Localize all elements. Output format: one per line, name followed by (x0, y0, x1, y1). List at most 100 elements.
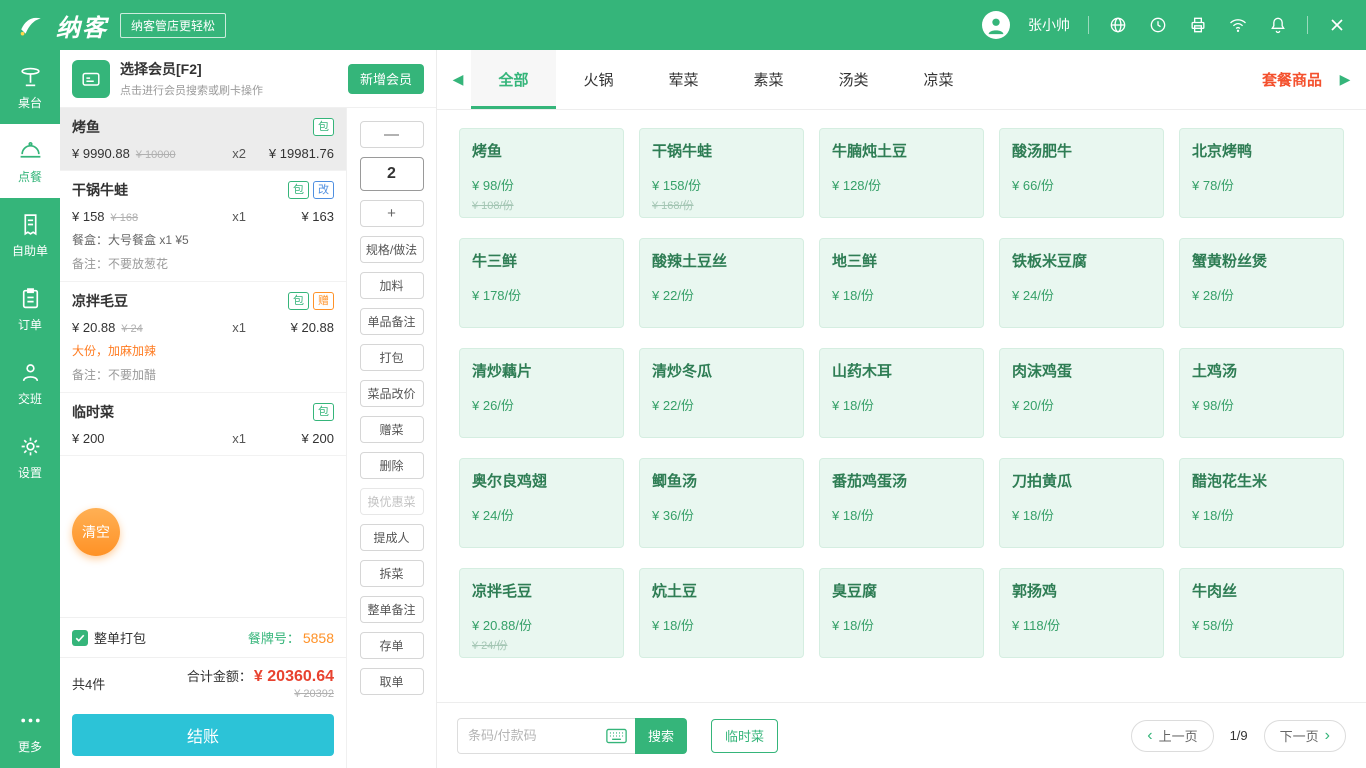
order-item[interactable]: 临时菜 包 ¥ 200 x1 ¥ 200 (60, 393, 346, 456)
action-button[interactable]: 加料 (360, 272, 424, 299)
sidebar-item-more[interactable]: 更多 (0, 694, 60, 768)
sidebar: 桌台 点餐 自助单 订单 交班 设置 更多 (0, 50, 60, 768)
menu-item-card[interactable]: 炕土豆 ¥ 18/份 (639, 568, 804, 658)
sync-icon[interactable] (1107, 14, 1129, 36)
menu-item-card[interactable]: 地三鲜 ¥ 18/份 (819, 238, 984, 328)
menu-item-card[interactable]: 铁板米豆腐 ¥ 24/份 (999, 238, 1164, 328)
gear-icon (18, 434, 43, 459)
printer-icon[interactable] (1187, 14, 1209, 36)
sidebar-item-tables[interactable]: 桌台 (0, 50, 60, 124)
search-button[interactable]: 搜索 (635, 718, 687, 754)
bell-icon[interactable] (1267, 14, 1289, 36)
action-button[interactable]: 取单 (360, 668, 424, 695)
clear-order-button[interactable]: 清空 (72, 508, 120, 556)
action-button[interactable]: 整单备注 (360, 596, 424, 623)
action-button[interactable]: 赠菜 (360, 416, 424, 443)
checkout-button[interactable]: 结账 (72, 714, 334, 756)
pack-badge: 包 (288, 181, 309, 199)
qty-minus-button[interactable]: — (360, 121, 424, 148)
person-icon (18, 360, 43, 385)
qty-value[interactable]: 2 (360, 157, 424, 191)
avatar[interactable] (982, 11, 1010, 39)
order-item-qty: x1 (232, 320, 246, 335)
menu-item-price: ¥ 78/份 (1192, 175, 1331, 194)
action-button[interactable]: 提成人 (360, 524, 424, 551)
order-item[interactable]: 干锅牛蛙 包 改 ¥ 158 ¥ 168 x1 ¥ 163 餐 (60, 171, 346, 282)
menu-item-card[interactable]: 牛腩炖土豆 ¥ 128/份 (819, 128, 984, 218)
order-item[interactable]: 烤鱼 包 ¥ 9990.88 ¥ 10000 x2 ¥ 19981.76 (60, 108, 346, 171)
divider (1088, 16, 1089, 34)
category-tab[interactable]: 汤类 (811, 50, 896, 109)
menu-item-card[interactable]: 蟹黄粉丝煲 ¥ 28/份 (1179, 238, 1344, 328)
menu-item-card[interactable]: 烤鱼 ¥ 98/份 ¥ 108/份 (459, 128, 624, 218)
page-indicator: 1/9 (1230, 728, 1248, 743)
menu-item-card[interactable]: 鲫鱼汤 ¥ 36/份 (639, 458, 804, 548)
category-tab[interactable]: 荤菜 (641, 50, 726, 109)
action-button[interactable]: 打包 (360, 344, 424, 371)
action-button[interactable]: 拆菜 (360, 560, 424, 587)
menu-item-price: ¥ 22/份 (652, 285, 791, 304)
category-tab[interactable]: 火锅 (556, 50, 641, 109)
action-button[interactable]: 换优惠菜 (360, 488, 424, 515)
menu-item-card[interactable]: 土鸡汤 ¥ 98/份 (1179, 348, 1344, 438)
menu-item-card[interactable]: 刀拍黄瓜 ¥ 18/份 (999, 458, 1164, 548)
menu-item-card[interactable]: 醋泡花生米 ¥ 18/份 (1179, 458, 1344, 548)
prev-page-button[interactable]: ‹ 上一页 (1131, 720, 1213, 752)
menu-item-card[interactable]: 北京烤鸭 ¥ 78/份 (1179, 128, 1344, 218)
add-member-button[interactable]: 新增会员 (348, 64, 424, 94)
sidebar-item-settings[interactable]: 设置 (0, 420, 60, 494)
sidebar-item-self-order[interactable]: 自助单 (0, 198, 60, 272)
refresh-icon[interactable] (1147, 14, 1169, 36)
menu-item-card[interactable]: 清炒藕片 ¥ 26/份 (459, 348, 624, 438)
menu-item-original-price: ¥ 108/份 (472, 197, 611, 213)
table-icon (18, 64, 43, 89)
menu-item-card[interactable]: 牛肉丝 ¥ 58/份 (1179, 568, 1344, 658)
member-select-bar[interactable]: 选择会员[F2] 点击进行会员搜索或刷卡操作 新增会员 (60, 50, 436, 108)
qty-plus-button[interactable]: + (360, 200, 424, 227)
menu-item-card[interactable]: 郭扬鸡 ¥ 118/份 (999, 568, 1164, 658)
scroll-left-icon[interactable]: ◀ (445, 71, 471, 88)
menu-item-name: 酸辣土豆丝 (652, 250, 791, 271)
combo-products-tab[interactable]: 套餐商品 (1252, 69, 1332, 90)
menu-item-card[interactable]: 番茄鸡蛋汤 ¥ 18/份 (819, 458, 984, 548)
menu-item-card[interactable]: 牛三鲜 ¥ 178/份 (459, 238, 624, 328)
menu-item-card[interactable]: 凉拌毛豆 ¥ 20.88/份 ¥ 24/份 (459, 568, 624, 658)
menu-item-card[interactable]: 山药木耳 ¥ 18/份 (819, 348, 984, 438)
sidebar-item-ordering[interactable]: 点餐 (0, 124, 60, 198)
order-item-price: ¥ 20.88 (72, 320, 115, 335)
wifi-icon[interactable] (1227, 14, 1249, 36)
order-item-price: ¥ 200 (72, 431, 105, 446)
keyboard-icon[interactable] (606, 728, 627, 744)
menu-item-card[interactable]: 酸汤肥牛 ¥ 66/份 (999, 128, 1164, 218)
menu-item-name: 牛三鲜 (472, 250, 611, 271)
category-tab[interactable]: 全部 (471, 50, 556, 109)
category-tab[interactable]: 素菜 (726, 50, 811, 109)
action-button[interactable]: 存单 (360, 632, 424, 659)
sidebar-item-orders[interactable]: 订单 (0, 272, 60, 346)
menu-item-card[interactable]: 酸辣土豆丝 ¥ 22/份 (639, 238, 804, 328)
action-button[interactable]: 规格/做法 (360, 236, 424, 263)
order-item[interactable]: 凉拌毛豆 包 赠 ¥ 20.88 ¥ 24 x1 ¥ 20.88 (60, 282, 346, 393)
menu-item-card[interactable]: 肉沫鸡蛋 ¥ 20/份 (999, 348, 1164, 438)
category-tab[interactable]: 凉菜 (896, 50, 981, 109)
temp-dish-button[interactable]: 临时菜 (711, 719, 778, 753)
pack-all-label[interactable]: 整单打包 (94, 628, 146, 647)
menu-item-name: 酸汤肥牛 (1012, 140, 1151, 161)
pack-all-checkbox[interactable] (72, 630, 88, 646)
scroll-right-icon[interactable]: ▶ (1332, 71, 1358, 88)
menu-item-price: ¥ 24/份 (1012, 285, 1151, 304)
order-item-list: 烤鱼 包 ¥ 9990.88 ¥ 10000 x2 ¥ 19981.76 (60, 108, 346, 456)
next-page-button[interactable]: 下一页 › (1264, 720, 1346, 752)
pack-badge: 包 (313, 403, 334, 421)
action-button[interactable]: 菜品改价 (360, 380, 424, 407)
category-tabs-bar: ◀ 全部 火锅 荤菜 素菜 汤类 凉菜 套餐商品 ▶ (437, 50, 1366, 110)
action-button[interactable]: 删除 (360, 452, 424, 479)
menu-item-card[interactable]: 奥尔良鸡翅 ¥ 24/份 (459, 458, 624, 548)
action-button[interactable]: 单品备注 (360, 308, 424, 335)
menu-item-card[interactable]: 清炒冬瓜 ¥ 22/份 (639, 348, 804, 438)
close-icon[interactable] (1326, 14, 1348, 36)
menu-item-card[interactable]: 臭豆腐 ¥ 18/份 (819, 568, 984, 658)
table-card-number[interactable]: 5858 (303, 630, 334, 646)
menu-item-card[interactable]: 干锅牛蛙 ¥ 158/份 ¥ 168/份 (639, 128, 804, 218)
sidebar-item-shift[interactable]: 交班 (0, 346, 60, 420)
